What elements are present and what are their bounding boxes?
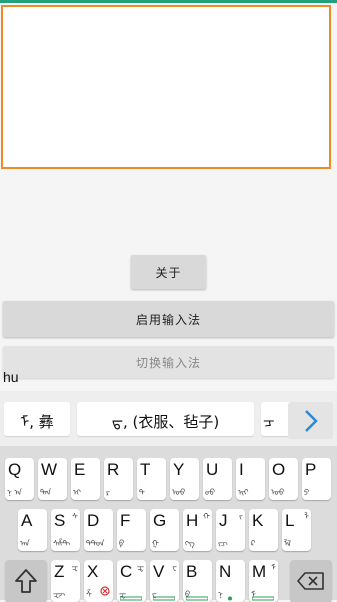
key-y[interactable]: Y ᠣᠣ xyxy=(170,458,199,500)
green-marker-icon xyxy=(186,596,208,601)
keyboard: Qᠨ ᠠ W ᠳᠠᠠ Eᠢ Rᠷ Tᠲ Y ᠣᠣ U ᠤᠤ I ᠢᠢ O ᠤᠣ Pᠫ Aᠠ… xyxy=(0,446,337,602)
key-f[interactable]: Fᠹ xyxy=(117,509,146,551)
shift-arrow-icon xyxy=(15,569,37,593)
key-g[interactable]: Gᠭ xyxy=(150,509,179,551)
green-marker-icon xyxy=(252,596,274,601)
candidate-item[interactable]: ᠳ, (衣服、毡子) xyxy=(77,402,254,436)
status-bar-strip xyxy=(0,0,337,3)
text-input-area[interactable] xyxy=(1,5,331,169)
green-marker-icon xyxy=(153,596,175,601)
key-j[interactable]: J ᠵ ᠵᠴ xyxy=(216,509,245,551)
key-d[interactable]: D ᠳᠲᠳ xyxy=(84,509,113,551)
key-v[interactable]: Vᠸᠸ xyxy=(150,560,179,602)
key-n[interactable]: Nᠨ xyxy=(216,560,245,602)
red-circle-x-icon xyxy=(100,586,110,596)
key-r[interactable]: Rᠷ xyxy=(104,458,133,500)
key-b[interactable]: Bᠪ xyxy=(183,560,212,602)
key-x[interactable]: Xᠱ xyxy=(84,560,113,602)
candidate-item[interactable]: ᠮ, 彝 xyxy=(4,402,70,436)
key-w[interactable]: W ᠳᠠᠠ xyxy=(38,458,67,500)
key-l[interactable]: L ᠯ ᠯᠯ xyxy=(282,509,311,551)
about-button[interactable]: 关于 xyxy=(131,255,206,289)
composing-text: hu xyxy=(3,369,19,385)
green-marker-icon xyxy=(228,596,232,601)
enable-ime-button[interactable]: 启用输入法 xyxy=(3,301,334,337)
next-candidates-button[interactable] xyxy=(288,402,333,439)
key-s[interactable]: S ᠰ ᠰᠱᠲ xyxy=(51,509,80,551)
switch-ime-button[interactable]: 切换输入法 xyxy=(3,346,334,378)
key-q[interactable]: Qᠨ ᠠ xyxy=(5,458,34,500)
key-k[interactable]: Kᠺ xyxy=(249,509,278,551)
key-m[interactable]: Mᠮᠮ xyxy=(249,560,278,602)
key-a[interactable]: A ᠠᠡ xyxy=(18,509,47,551)
key-h[interactable]: H ᠬ ᠬᠭ xyxy=(183,509,212,551)
key-c[interactable]: Cᠼᠼ xyxy=(117,560,146,602)
backspace-key[interactable] xyxy=(290,560,332,602)
key-u[interactable]: U ᠤᠤ xyxy=(203,458,232,500)
green-marker-icon xyxy=(120,596,142,601)
key-e[interactable]: Eᠢ xyxy=(71,458,100,500)
chevron-right-icon xyxy=(304,409,318,432)
shift-key[interactable] xyxy=(5,560,47,602)
key-p[interactable]: Pᠫ xyxy=(302,458,331,500)
key-i[interactable]: I ᠢᠢ xyxy=(236,458,265,500)
key-t[interactable]: Tᠲ xyxy=(137,458,166,500)
candidate-bar: ᠮ, 彝 ᠳ, (衣服、毡子) ᠴ xyxy=(0,391,337,446)
backspace-icon xyxy=(297,572,324,590)
key-o[interactable]: O ᠤᠣ xyxy=(269,458,298,500)
key-z[interactable]: Z ᠽ ᠽᠵ xyxy=(51,560,80,602)
